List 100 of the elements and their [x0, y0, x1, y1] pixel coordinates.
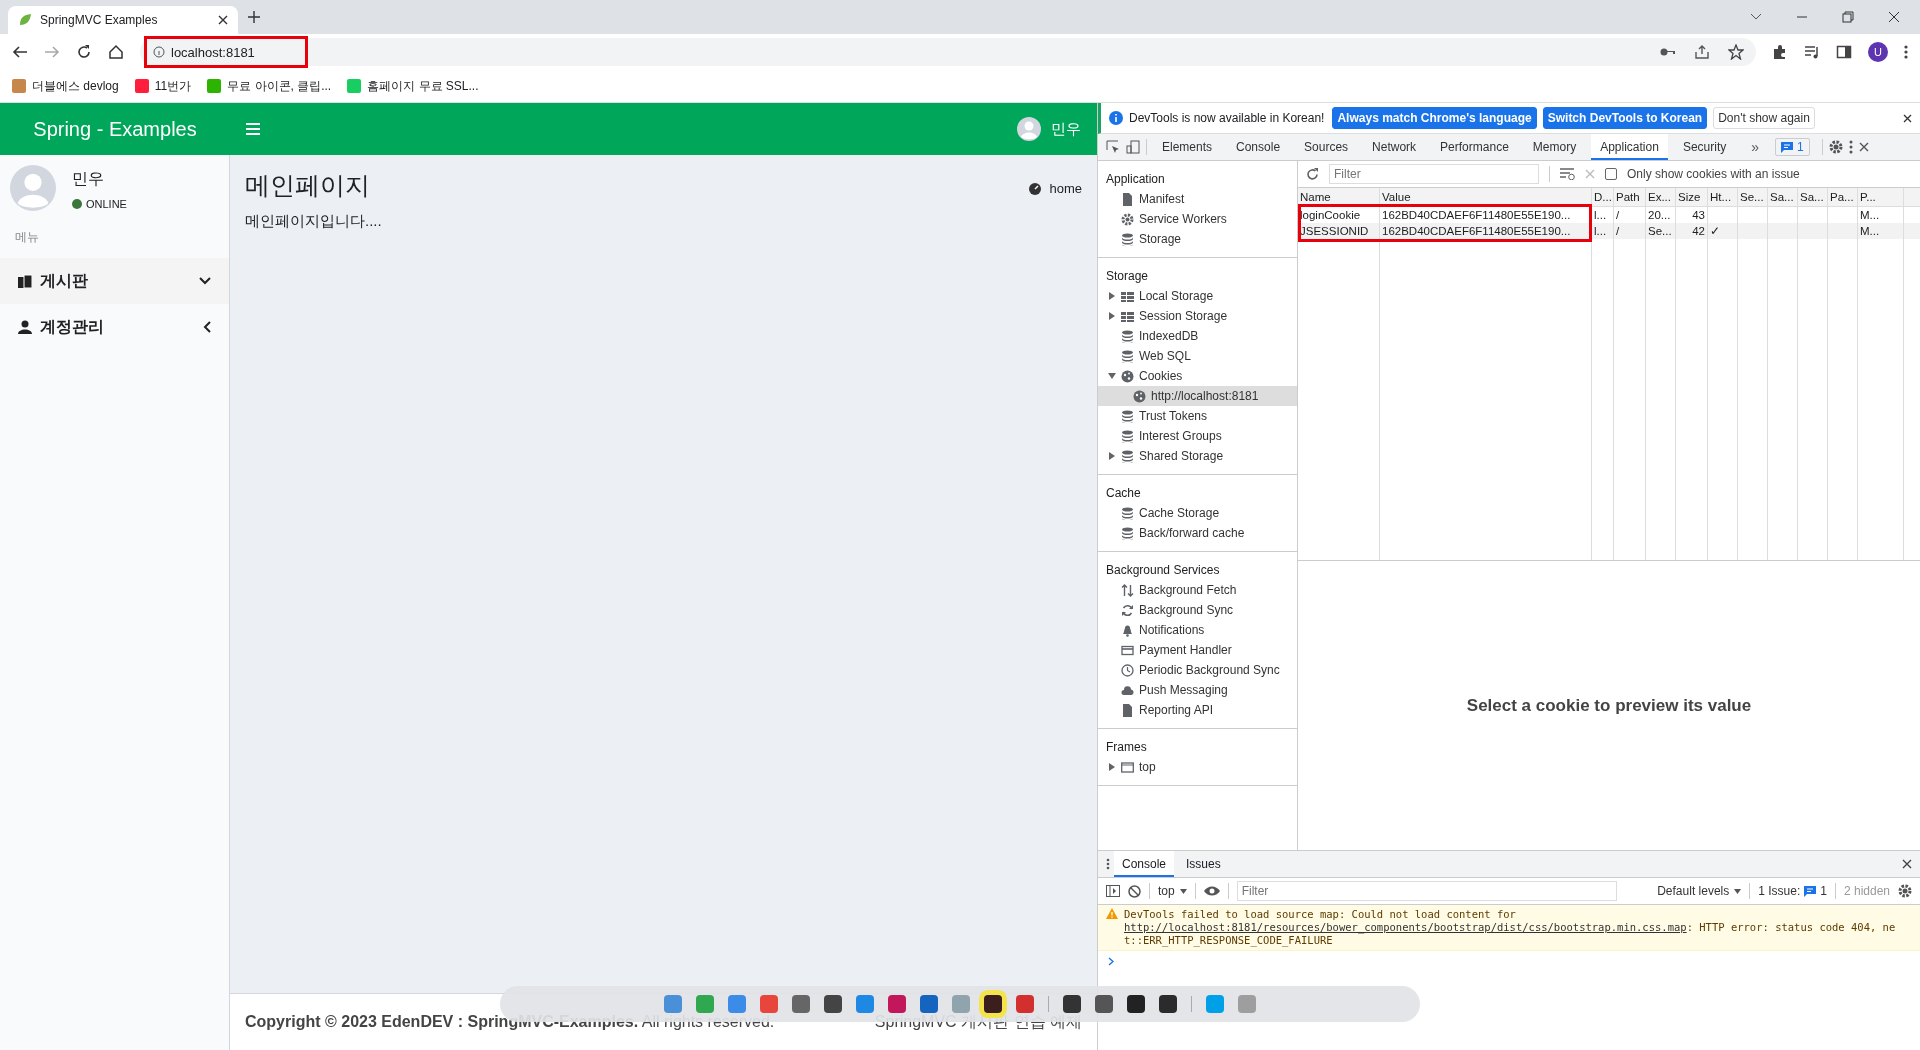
tree-item[interactable]: IndexedDB — [1098, 326, 1297, 346]
devtools-tab[interactable]: Memory — [1523, 134, 1586, 160]
devtools-tab[interactable]: Network — [1363, 134, 1426, 160]
bookmark[interactable]: 11번가 — [134, 77, 192, 95]
column-header[interactable]: Sa... — [1798, 188, 1828, 206]
column-header[interactable]: Name — [1298, 188, 1380, 206]
app-icon[interactable] — [1127, 995, 1145, 1013]
side-panel-icon[interactable] — [1836, 44, 1852, 60]
tree-item[interactable]: Background Sync — [1098, 600, 1297, 620]
eye-icon[interactable] — [1203, 886, 1220, 896]
info-button[interactable]: Don't show again — [1713, 107, 1815, 129]
menu-item[interactable]: 게시판 — [0, 258, 229, 304]
sidebar-toggle-icon[interactable] — [1106, 885, 1120, 897]
tree-item[interactable]: Shared Storage — [1098, 446, 1297, 466]
filter-clear-icon[interactable] — [1560, 168, 1575, 180]
clear-console-icon[interactable] — [1128, 884, 1141, 898]
address-bar[interactable]: localhost:8181 — [144, 36, 308, 68]
device-icon[interactable] — [1126, 140, 1140, 154]
tree-item[interactable]: Cookies — [1098, 366, 1297, 386]
app-icon[interactable] — [792, 995, 810, 1013]
column-header[interactable]: Pa... — [1828, 188, 1858, 206]
bookmark[interactable]: 무료 아이콘, 클립... — [207, 77, 332, 95]
profile-avatar[interactable]: U — [1868, 42, 1888, 62]
home-icon[interactable] — [108, 44, 124, 60]
column-header[interactable]: Path — [1614, 188, 1646, 206]
bookmark[interactable]: 홈페이지 무료 SSL... — [347, 77, 479, 95]
tree-item[interactable]: top — [1098, 757, 1297, 777]
key-icon[interactable] — [1660, 47, 1676, 57]
app-icon[interactable] — [1159, 995, 1177, 1013]
more-icon[interactable] — [1848, 140, 1853, 154]
devtools-tab[interactable]: Security — [1673, 134, 1736, 160]
context-selector[interactable]: top — [1158, 884, 1187, 898]
reload-icon[interactable] — [1306, 167, 1319, 181]
checkbox-label[interactable]: Only show cookies with an issue — [1627, 167, 1800, 181]
info-button[interactable]: Switch DevTools to Korean — [1542, 107, 1708, 129]
devtools-tab[interactable]: Application — [1591, 134, 1668, 160]
plus-icon[interactable] — [248, 11, 260, 23]
tree-item[interactable]: Trust Tokens — [1098, 406, 1297, 426]
app-icon[interactable] — [824, 995, 842, 1013]
menu-item[interactable]: 계정관리 — [0, 304, 229, 350]
app-icon[interactable] — [1095, 995, 1113, 1013]
bookmark[interactable]: 더블에스 devlog — [12, 77, 119, 95]
star-icon[interactable] — [1728, 44, 1744, 60]
share-icon[interactable] — [1694, 44, 1710, 60]
more-tabs-button[interactable]: » — [1741, 139, 1770, 155]
column-header[interactable]: Size — [1676, 188, 1708, 206]
devtools-tab[interactable]: Sources — [1295, 134, 1358, 160]
close-icon[interactable] — [1858, 142, 1869, 152]
issues-button[interactable]: 1 Issue: 1 — [1758, 884, 1827, 898]
drawer-tab[interactable]: Issues — [1178, 851, 1229, 877]
close-icon[interactable] — [1903, 113, 1912, 123]
column-header[interactable]: Sa... — [1768, 188, 1798, 206]
tree-item[interactable]: Session Storage — [1098, 306, 1297, 326]
reload-icon[interactable] — [76, 44, 92, 60]
app-icon[interactable] — [1063, 995, 1081, 1013]
browser-tab[interactable]: SpringMVC Examples — [8, 6, 238, 34]
tree-item[interactable]: Cache Storage — [1098, 503, 1297, 523]
close-icon[interactable] — [218, 15, 228, 25]
devtools-tab[interactable]: Console — [1227, 134, 1290, 160]
filter-field[interactable]: Filter — [1236, 881, 1617, 901]
close-icon[interactable] — [1902, 859, 1912, 869]
app-icon[interactable] — [920, 995, 938, 1013]
issues-badge[interactable]: 1 — [1775, 138, 1810, 156]
more-icon[interactable] — [1106, 858, 1110, 870]
levels-dropdown[interactable]: Default levels — [1657, 884, 1742, 898]
tree-item[interactable]: Manifest — [1098, 189, 1297, 209]
tree-item[interactable]: Service Workers — [1098, 209, 1297, 229]
settings-icon[interactable] — [1898, 884, 1912, 898]
tree-item[interactable]: Back/forward cache — [1098, 523, 1297, 543]
devtools-tab[interactable]: Performance — [1431, 134, 1518, 160]
menu-icon[interactable] — [246, 123, 260, 135]
devtools-tab[interactable]: Elements — [1153, 134, 1222, 160]
close-icon[interactable] — [1888, 11, 1900, 23]
tree-item[interactable]: Background Fetch — [1098, 580, 1297, 600]
tree-item[interactable]: Web SQL — [1098, 346, 1297, 366]
media-icon[interactable] — [1804, 44, 1820, 60]
column-header[interactable]: Ht... — [1708, 188, 1738, 206]
source-link[interactable]: http://localhost:8181/resources/bower_components/bootstrap/dist/css/bootstrap.min.css.map — [1124, 921, 1687, 934]
tree-item[interactable]: Payment Handler — [1098, 640, 1297, 660]
checkbox[interactable] — [1605, 168, 1617, 180]
inspect-icon[interactable] — [1106, 140, 1120, 154]
settings-icon[interactable] — [1828, 140, 1843, 154]
back-icon[interactable] — [12, 44, 28, 60]
puzzle-icon[interactable] — [1772, 44, 1788, 60]
column-header[interactable]: Ex... — [1646, 188, 1676, 206]
tree-item[interactable]: Push Messaging — [1098, 680, 1297, 700]
column-header[interactable]: Se... — [1738, 188, 1768, 206]
column-header[interactable]: Value — [1380, 188, 1592, 206]
column-header[interactable]: P... — [1858, 188, 1904, 206]
tree-item[interactable]: Storage — [1098, 229, 1297, 249]
tree-item[interactable]: Periodic Background Sync — [1098, 660, 1297, 680]
tree-item[interactable]: Notifications — [1098, 620, 1297, 640]
tree-item[interactable]: http://localhost:8181 — [1098, 386, 1297, 406]
tree-item[interactable]: Local Storage — [1098, 286, 1297, 306]
chevron-down-icon[interactable] — [1750, 13, 1762, 21]
breadcrumb[interactable]: home — [1029, 181, 1082, 196]
filter-field[interactable]: Filter — [1329, 164, 1539, 184]
drawer-tab[interactable]: Console — [1114, 851, 1175, 877]
tree-item[interactable]: Interest Groups — [1098, 426, 1297, 446]
info-button[interactable]: Always match Chrome's language — [1332, 107, 1537, 129]
